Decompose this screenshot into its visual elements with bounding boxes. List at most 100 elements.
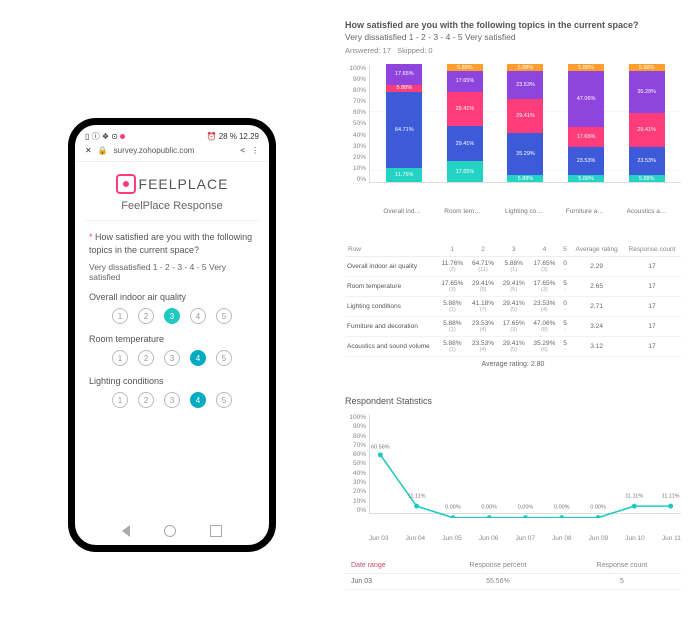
- segment-label: 64.71%: [386, 127, 422, 133]
- th: Response percent: [433, 558, 563, 574]
- rating-1[interactable]: 1: [112, 308, 128, 324]
- lock-icon: 🔒: [98, 146, 108, 155]
- rating-4[interactable]: 4: [190, 308, 206, 324]
- avg-cell: 2.71: [570, 297, 623, 317]
- more-icon[interactable]: ⋮: [251, 146, 259, 155]
- y-tick: 80%: [345, 433, 366, 440]
- rating-2[interactable]: 2: [138, 308, 154, 324]
- rating-3[interactable]: 3: [164, 392, 180, 408]
- row-label: Acoustics and sound volume: [345, 337, 437, 357]
- cell: 17.65%(3): [529, 277, 560, 297]
- x-tick: Jun 08: [552, 535, 572, 542]
- th: Average rating: [570, 243, 623, 257]
- recent-apps-button[interactable]: [210, 525, 222, 537]
- th: Response count: [563, 558, 681, 574]
- bar-stack: 5.88%23.53%17.65%47.06%5.88%: [568, 64, 604, 182]
- y-tick: 50%: [345, 120, 366, 127]
- required-mark: *: [89, 232, 93, 242]
- y-tick: 10%: [345, 498, 366, 505]
- cell: 47.06%(8): [529, 317, 560, 337]
- point-label: 0.00%: [481, 505, 497, 511]
- x-tick: Jun 09: [589, 535, 609, 542]
- rating-field: Room temperature12345: [89, 334, 255, 366]
- bar-segment: 29.41%: [629, 113, 665, 148]
- y-tick: 40%: [345, 470, 366, 477]
- point-label: 0.00%: [518, 505, 534, 511]
- bar-segment: 5.88%: [629, 175, 665, 182]
- bar-column: 11.76%64.71%5.88%17.65%: [384, 64, 424, 182]
- rating-field: Lighting conditions12345: [89, 376, 255, 408]
- y-tick: 20%: [345, 154, 366, 161]
- th: Row: [345, 243, 437, 257]
- cell: 55.56%: [433, 574, 563, 590]
- x-tick: Overall indoor a…: [383, 208, 423, 215]
- x-tick: Jun 05: [442, 535, 462, 542]
- back-button[interactable]: [122, 525, 130, 537]
- x-tick: Jun 10: [625, 535, 645, 542]
- date-range-table: Date rangeResponse percentResponse count…: [345, 558, 681, 590]
- x-tick: Room temperat…: [444, 208, 484, 215]
- count-cell: 17: [623, 257, 681, 277]
- bar-column: 5.88%23.53%17.65%47.06%5.88%: [566, 64, 606, 182]
- table-header-row: Row12345Average ratingResponse count: [345, 243, 681, 257]
- rating-4[interactable]: 4: [190, 350, 206, 366]
- segment-label: 35.29%: [507, 151, 543, 157]
- y-tick: 70%: [345, 98, 366, 105]
- segment-label: 5.88%: [568, 176, 604, 182]
- segment-label: 29.41%: [447, 106, 483, 112]
- cell: 64.71%(11): [468, 257, 499, 277]
- line-plot-area: 60.56%11.11%0.00%0.00%0.00%0.00%0.00%11.…: [369, 414, 681, 514]
- y-tick: 50%: [345, 460, 366, 467]
- th: 3: [498, 243, 529, 257]
- x-tick: Lighting conditi…: [505, 208, 545, 215]
- divider: [85, 220, 259, 221]
- x-tick: Jun 11: [662, 535, 681, 542]
- y-tick: 90%: [345, 423, 366, 430]
- count-cell: 17: [623, 277, 681, 297]
- x-tick: Jun 07: [515, 535, 535, 542]
- point-label: 11.11%: [625, 494, 643, 500]
- rating-2[interactable]: 2: [138, 392, 154, 408]
- url-text: survey.zohopublic.com: [114, 146, 235, 155]
- segment-label: 5.88%: [629, 176, 665, 182]
- table-row: Room temperature17.65%(3)29.41%(5)29.41%…: [345, 277, 681, 297]
- bar-segment: 23.53%: [507, 71, 543, 99]
- segment-label: 17.65%: [447, 78, 483, 84]
- rating-1[interactable]: 1: [112, 350, 128, 366]
- segment-label: 5.88%: [447, 65, 483, 71]
- rating-2[interactable]: 2: [138, 350, 154, 366]
- bar-segment: 17.65%: [447, 71, 483, 92]
- y-tick: 100%: [345, 414, 366, 421]
- rating-1[interactable]: 1: [112, 392, 128, 408]
- android-navbar: [75, 521, 269, 541]
- share-icon[interactable]: <: [240, 146, 245, 155]
- count-cell: 17: [623, 317, 681, 337]
- table-row: Furniture and decoration5.88%(1)23.53%(4…: [345, 317, 681, 337]
- close-icon[interactable]: ✕: [85, 146, 92, 155]
- avg-cell: 2.65: [570, 277, 623, 297]
- cell: 5-: [560, 277, 571, 297]
- segment-label: 5.88%: [629, 65, 665, 71]
- cell: 5-: [560, 337, 571, 357]
- rating-5[interactable]: 5: [216, 392, 232, 408]
- segment-label: 17.65%: [447, 169, 483, 175]
- segment-label: 5.88%: [507, 176, 543, 182]
- rating-field: Overall indoor air quality12345: [89, 292, 255, 324]
- avg-cell: 3.24: [570, 317, 623, 337]
- cell: 17.65%(3): [529, 257, 560, 277]
- status-left: ▯ ⓘ ❖ ⊙: [85, 131, 125, 142]
- segment-label: 5.88%: [507, 65, 543, 71]
- rating-3[interactable]: 3: [164, 350, 180, 366]
- home-button[interactable]: [164, 525, 176, 537]
- rating-5[interactable]: 5: [216, 350, 232, 366]
- bar-segment: 47.06%: [568, 71, 604, 127]
- survey-question-block: * How satisfied are you with the followi…: [75, 227, 269, 412]
- rating-5[interactable]: 5: [216, 308, 232, 324]
- results-table: Row12345Average ratingResponse count Ove…: [345, 243, 681, 357]
- point-label: 0.00%: [554, 505, 570, 511]
- rating-3[interactable]: 3: [164, 308, 180, 324]
- x-tick: Jun 03: [369, 535, 389, 542]
- rating-4[interactable]: 4: [190, 392, 206, 408]
- segment-label: 23.53%: [568, 158, 604, 164]
- report-scale: Very dissatisfied 1 - 2 - 3 - 4 - 5 Very…: [345, 32, 681, 42]
